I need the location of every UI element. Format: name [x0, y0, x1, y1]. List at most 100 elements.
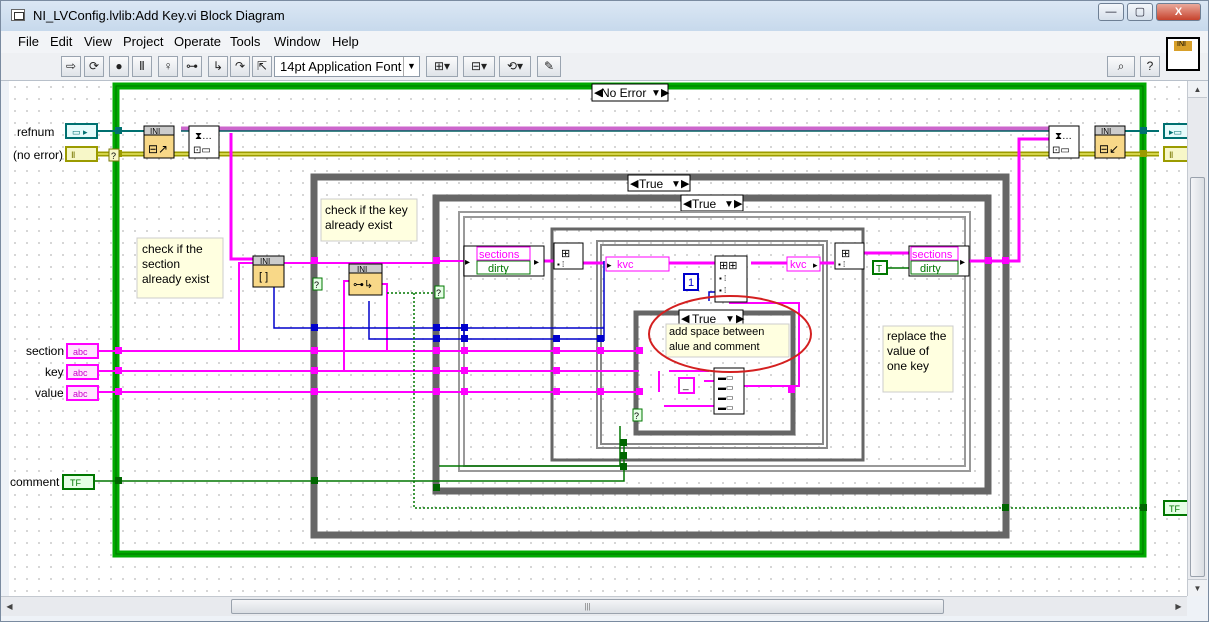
- unbundle-node-left[interactable]: ⧗… ⊡▭: [188, 125, 220, 159]
- menu-project[interactable]: Project: [123, 34, 163, 49]
- numeric-constant-one[interactable]: 1: [683, 273, 699, 291]
- highlight-execution-icon[interactable]: ♀: [158, 56, 178, 77]
- bundle-node-right[interactable]: ⧗… ⊡▭: [1048, 125, 1080, 159]
- terminal-section-label: section: [26, 344, 64, 358]
- svg-text:⊶↳: ⊶↳: [353, 279, 373, 291]
- bundle-sections-label: sections: [912, 249, 953, 261]
- svg-text:INI: INI: [260, 257, 270, 266]
- step-out-icon[interactable]: ⇱: [252, 56, 272, 77]
- terminal-value[interactable]: value abc: [35, 385, 99, 401]
- case-selector-outer[interactable]: ◀ No Error ▼ ▶: [591, 83, 670, 102]
- font-select[interactable]: 14pt Application Font ▼: [274, 56, 420, 77]
- terminal-refnum[interactable]: refnum ▭ ▸: [17, 123, 98, 139]
- subvi-ini-set-data[interactable]: INI ⊟↙: [1094, 125, 1126, 159]
- case-selector-inner[interactable]: ◀ True ▼ ▶: [680, 194, 744, 212]
- menu-window[interactable]: Window: [274, 34, 320, 49]
- space-string-constant[interactable]: _: [678, 377, 695, 394]
- svg-text:▼: ▼: [724, 199, 734, 210]
- svg-text:◀: ◀: [630, 178, 639, 190]
- vi-connector-icon[interactable]: [1166, 37, 1200, 71]
- terminal-refnum-out[interactable]: ▸▭: [1163, 123, 1187, 139]
- terminal-bool-out[interactable]: TF: [1163, 500, 1187, 516]
- svg-text:⊟↙: ⊟↙: [1099, 142, 1119, 156]
- scroll-up-icon[interactable]: ▲: [1188, 81, 1207, 98]
- run-continuously-icon[interactable]: ⟳: [84, 56, 104, 77]
- horizontal-scrollbar[interactable]: ◀ ||| ▶: [1, 596, 1187, 616]
- abort-icon[interactable]: ●: [109, 56, 129, 77]
- retain-wire-values-icon[interactable]: ⊶: [182, 56, 202, 77]
- svg-text:⊞: ⊞: [561, 248, 570, 260]
- unbundle-by-name-sections[interactable]: sections dirty ▸ ▸: [463, 245, 545, 277]
- close-button[interactable]: X: [1156, 3, 1201, 21]
- menu-operate[interactable]: Operate: [174, 34, 221, 49]
- replace-array-subset-right[interactable]: ⊞ ▪ ⁞: [834, 242, 865, 270]
- terminal-refnum-label: refnum: [17, 125, 54, 139]
- align-objects-icon[interactable]: ⊞▾: [426, 56, 458, 77]
- step-over-icon[interactable]: ↷: [230, 56, 250, 77]
- terminal-section[interactable]: section abc: [26, 343, 99, 359]
- svg-text:⊟↗: ⊟↗: [148, 142, 168, 156]
- bundle-by-name-sections[interactable]: sections dirty ▸: [908, 245, 970, 277]
- svg-text:_: _: [682, 380, 689, 391]
- reorder-icon[interactable]: ⟲▾: [499, 56, 531, 77]
- concatenate-strings-node[interactable]: ▬▭ ▬▭ ▬▭ ▬▭: [713, 367, 745, 415]
- menu-file[interactable]: File: [18, 34, 39, 49]
- scroll-left-icon[interactable]: ◀: [1, 597, 18, 616]
- menu-help[interactable]: Help: [332, 34, 359, 49]
- step-into-icon[interactable]: ↳: [208, 56, 228, 77]
- menu-tools[interactable]: Tools: [230, 34, 260, 49]
- terminal-key[interactable]: key abc: [45, 364, 99, 380]
- pause-icon[interactable]: Ⅱ: [132, 56, 152, 77]
- terminal-comment[interactable]: comment TF: [10, 474, 95, 490]
- case-selector-middle[interactable]: ◀ True ▼ ▶: [627, 174, 691, 192]
- boolean-constant-true[interactable]: T: [872, 260, 888, 275]
- index-array-left[interactable]: ⊞ ▪ ⁞: [553, 242, 584, 270]
- svg-text:⊞: ⊞: [841, 248, 850, 260]
- maximize-button[interactable]: ▢: [1127, 3, 1153, 21]
- svg-text:▸: ▸: [960, 257, 965, 268]
- terminal-error-out[interactable]: Ⅱ: [1163, 146, 1187, 162]
- scroll-right-icon[interactable]: ▶: [1170, 597, 1187, 616]
- svg-text:▸▭: ▸▭: [1169, 127, 1182, 137]
- terminal-error-in[interactable]: (no error) Ⅱ: [13, 146, 98, 162]
- minimize-button[interactable]: —: [1098, 3, 1124, 21]
- vertical-scroll-thumb[interactable]: [1190, 177, 1205, 577]
- terminal-key-label: key: [45, 365, 64, 379]
- svg-text:⊡▭: ⊡▭: [1052, 145, 1070, 156]
- cleanup-diagram-icon[interactable]: ✎: [537, 56, 561, 77]
- vertical-scrollbar[interactable]: ▲ ▼: [1187, 81, 1207, 596]
- bundle-kvc-right[interactable]: kvc ▸: [786, 256, 821, 272]
- unbundle-dirty-label: dirty: [488, 263, 509, 275]
- distribute-objects-icon[interactable]: ⊟▾: [463, 56, 495, 77]
- svg-text:▪ ⁞: ▪ ⁞: [838, 260, 845, 269]
- horizontal-scroll-thumb[interactable]: |||: [231, 599, 944, 614]
- diagram-canvas[interactable]: ◀ No Error ▼ ▶ ◀ True ▼ ▶ ◀ True ▼ ▶ ◀ T…: [9, 81, 1187, 596]
- menu-view[interactable]: View: [84, 34, 112, 49]
- window-title: NI_LVConfig.lvlib:Add Key.vi Block Diagr…: [33, 8, 285, 23]
- svg-text:⊞⊞: ⊞⊞: [719, 260, 737, 272]
- subvi-ini-get-data[interactable]: INI ⊟↗: [143, 125, 175, 159]
- help-icon[interactable]: ?: [1140, 56, 1160, 77]
- title-bar[interactable]: NI_LVConfig.lvlib:Add Key.vi Block Diagr…: [1, 1, 1208, 31]
- terminal-value-label: value: [35, 386, 64, 400]
- menu-bar: File Edit View Project Operate Tools Win…: [1, 31, 1208, 53]
- svg-text:INI: INI: [1101, 127, 1111, 136]
- svg-text:?: ?: [314, 280, 319, 290]
- menu-edit[interactable]: Edit: [50, 34, 72, 49]
- svg-text:abc: abc: [73, 368, 88, 378]
- run-arrow-icon[interactable]: ⇨: [61, 56, 81, 77]
- svg-text:▬▭: ▬▭: [718, 383, 734, 392]
- svg-text:▬▭: ▬▭: [718, 393, 734, 402]
- svg-text:abc: abc: [73, 389, 88, 399]
- subvi-ini-search-section[interactable]: INI [ ]: [252, 255, 285, 288]
- svg-text:abc: abc: [73, 347, 88, 357]
- svg-text:?: ?: [436, 288, 441, 298]
- block-diagram-window: NI_LVConfig.lvlib:Add Key.vi Block Diagr…: [0, 0, 1209, 622]
- search-icon[interactable]: ⌕: [1107, 56, 1135, 77]
- unbundle-kvc-left[interactable]: ▸ kvc: [605, 256, 670, 272]
- scroll-down-icon[interactable]: ▼: [1188, 579, 1207, 596]
- terminal-comment-label: comment: [10, 475, 60, 489]
- subvi-ini-search-key[interactable]: INI ⊶↳: [348, 263, 383, 296]
- svg-text:Ⅱ: Ⅱ: [71, 150, 75, 160]
- svg-text:▼: ▼: [725, 314, 735, 325]
